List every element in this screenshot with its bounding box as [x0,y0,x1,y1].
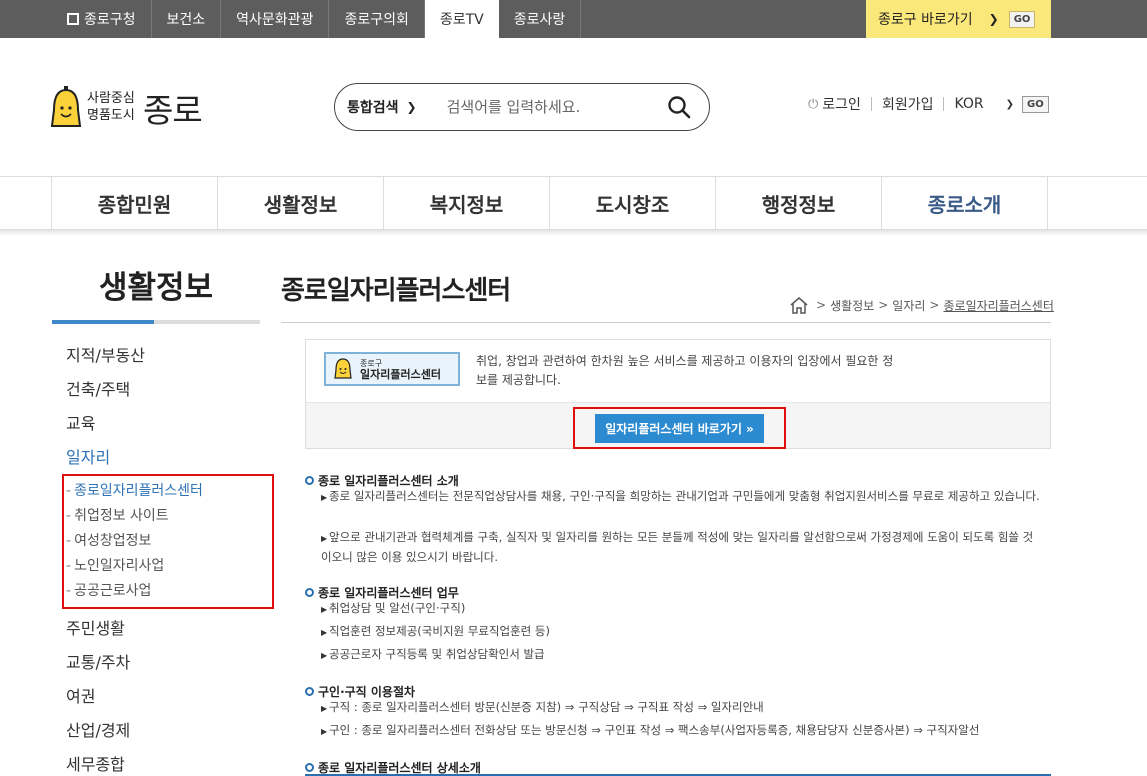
chevron-right-icon: > [878,298,889,312]
chevron-down-icon: ❯ [988,12,999,26]
gnb-admin-info[interactable]: 행정정보 [716,177,882,230]
tab-culture-tour[interactable]: 역사문화관광 [221,0,330,38]
breadcrumb-current[interactable]: 종로일자리플러스센터 [943,297,1053,314]
list-item: ▶ 구직 : 종로 일자리플러스센터 방문(신분증 지참) ⇒ 구직상담 ⇒ 구직… [321,700,764,714]
job-center-shortcut-button[interactable]: 일자리플러스센터 바로가기 » [595,413,764,443]
power-icon: ⏻ [808,96,819,112]
sidebar-item-tax[interactable]: 세무종합 [66,751,125,775]
intro-box: 종로구 일자리플러스센터 취업, 창업과 관련하여 한차원 높은 서비스를 제공… [305,339,1051,449]
gnb-about[interactable]: 종로소개 [882,177,1048,230]
intro-description: 취업, 창업과 관련하여 한차원 높은 서비스를 제공하고 이용자의 입장에서 … [476,354,894,387]
sidebar-item-jobs[interactable]: 일자리 [66,444,110,468]
page-title: 종로일자리플러스센터 [281,276,511,306]
divider [870,97,872,111]
quick-link-label: 종로구 바로가기 [878,12,973,28]
search-box: 통합검색 ❯ [334,83,710,131]
highlight-box: 일자리플러스센터 바로가기 » [573,407,786,449]
breadcrumb-life-info[interactable]: 생활정보 [830,297,874,314]
quick-link-select[interactable]: 종로구 바로가기 ❯ GO [866,0,1051,38]
sidebar-item-passport[interactable]: 여권 [66,683,95,707]
tab-jongno-love[interactable]: 종로사랑 [499,0,582,38]
tab-health-center[interactable]: 보건소 [152,0,222,38]
divider [943,97,945,111]
bullet-circle-icon [305,476,314,485]
logo-slogan: 사람중심 명품도시 [87,91,135,123]
site-tabs: 종로구청 보건소 역사문화관광 종로구의회 종로TV 종로사랑 [52,0,582,38]
utility-links: ⏻ 로그인 회원가입 KOR ❯ GO [808,94,1049,114]
tab-jongno-tv[interactable]: 종로TV [424,0,499,38]
bell-mascot-icon [334,358,352,379]
list-item: ▶ 공공근로자 구직등록 및 취업상담확인서 발급 [321,647,545,661]
top-bar: 종로구청 보건소 역사문화관광 종로구의회 종로TV 종로사랑 종로구 바로가기… [0,0,1147,38]
sidebar-item-traffic[interactable]: 교통/주차 [66,649,130,673]
tab-council[interactable]: 종로구의회 [329,0,425,38]
bullet-circle-icon [305,588,314,597]
sidebar-item-building[interactable]: 건축/주택 [66,376,130,400]
sidebar-item-education[interactable]: 교육 [66,410,95,434]
chevron-right-icon: > [929,298,940,312]
gnb-welfare-info[interactable]: 복지정보 [384,177,550,230]
main-navigation: 종합민원 생활정보 복지정보 도시창조 행정정보 종로소개 [0,176,1147,230]
list-item: ▶ 앞으로 관내기관과 협력체계를 구축, 실직자 및 일자리를 원하는 모든 분… [321,530,1034,564]
breadcrumb: > 생활정보 > 일자리 > 종로일자리플러스센터 [789,296,1054,314]
bullet-circle-icon [305,763,314,772]
join-link[interactable]: 회원가입 [882,94,934,114]
sidebar-title: 생활정보 [98,270,214,306]
bell-mascot-icon [50,86,82,127]
search-icon[interactable] [667,95,691,119]
gnb-city[interactable]: 도시창조 [550,177,716,230]
quick-go-button[interactable]: GO [1008,10,1036,28]
chevron-down-icon: ❯ [406,100,417,114]
banner-big-text: 일자리플러스센터 [360,368,441,381]
sidebar-item-industry[interactable]: 산업/경제 [66,717,130,741]
language-go-button[interactable]: GO [1022,95,1049,113]
gnb-civil-service[interactable]: 종합민원 [52,177,218,230]
chevron-down-icon: ❯ [1005,98,1015,110]
gnb-life-info[interactable]: 생활정보 [218,177,384,230]
list-item: ▶ 구인 : 종로 일자리플러스센터 전화상담 또는 방문신청 ⇒ 구인표 작성 … [321,723,980,737]
site-logo[interactable]: 사람중심 명품도시 종로 [50,84,220,132]
search-scope-select[interactable]: 통합검색 ❯ [347,97,417,117]
chevron-right-icon: > [816,298,827,312]
tab-jongno-office[interactable]: 종로구청 [52,0,152,38]
language-select[interactable]: KOR [954,96,983,112]
title-divider [281,322,1051,323]
home-icon [67,13,79,25]
bullet-circle-icon [305,687,314,696]
search-input[interactable] [446,98,647,116]
logo-name: 종로 [143,91,203,130]
home-icon[interactable] [789,296,809,314]
sidebar-item-resident[interactable]: 주민생활 [66,615,125,639]
sidebar-title-underline [52,320,260,324]
job-center-banner: 종로구 일자리플러스센터 [324,352,460,386]
list-item: ▶ 직업훈련 정보제공(국비지원 무료직업훈련 등) [321,624,550,638]
sidebar-item-land[interactable]: 지적/부동산 [66,342,145,366]
list-item: ▶ 취업상담 및 알선(구인·구직) [321,601,466,615]
highlight-box [62,474,274,609]
login-link[interactable]: 로그인 [822,94,861,114]
list-item: ▶ 종로 일자리플러스센터는 전문직업상담사를 채용, 구인·구직을 희망하는 관… [321,489,1040,503]
breadcrumb-jobs[interactable]: 일자리 [892,297,925,314]
gnb-shadow [0,230,1147,236]
